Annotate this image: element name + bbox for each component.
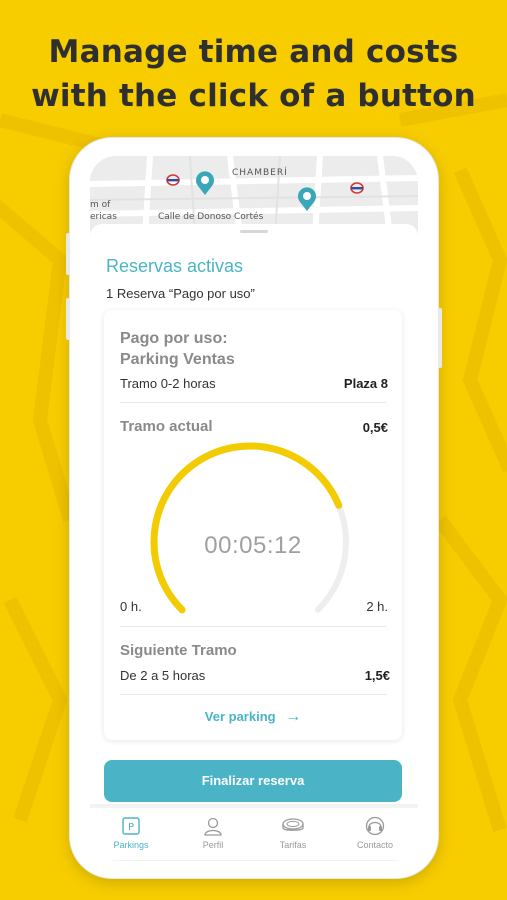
ver-parking-link[interactable]: Ver parking →: [104, 708, 402, 726]
tab-perfil[interactable]: Perfil: [178, 816, 248, 850]
card-title: Pago por uso: Parking Ventas: [120, 328, 235, 370]
card-title-line-2: Parking Ventas: [120, 351, 235, 368]
metro-icon: [350, 182, 364, 194]
reservas-title: Reservas activas: [106, 256, 244, 276]
tab-contacto[interactable]: Contacto: [340, 816, 410, 850]
map-left-label: m of: [90, 200, 111, 210]
arrow-right-icon: →: [285, 708, 302, 725]
phone-side-button: [66, 233, 70, 275]
metro-icon: [166, 174, 180, 186]
map-left-label: ericas: [90, 212, 117, 222]
siguiente-row: De 2 a 5 horas 1,5€: [120, 668, 390, 683]
app-screen: CHAMBERÍ Calle de Donoso Cortés m of eri…: [90, 156, 418, 861]
map-street-label: Calle de Donoso Cortés: [158, 212, 264, 222]
divider: [120, 626, 386, 627]
user-icon: [204, 817, 222, 836]
card-title-line-1: Pago por uso:: [120, 330, 228, 347]
tab-tarifas[interactable]: Tarifas: [258, 816, 328, 850]
tramo-actual-label: Tramo actual: [120, 418, 213, 435]
siguiente-price: 1,5€: [364, 668, 390, 683]
headset-icon: [365, 816, 385, 836]
divider: [120, 402, 386, 403]
phone-frame: CHAMBERÍ Calle de Donoso Cortés m of eri…: [66, 138, 442, 878]
finalizar-reserva-button[interactable]: Finalizar reserva: [104, 760, 402, 802]
tab-parkings[interactable]: P Parkings: [96, 816, 166, 850]
coins-icon: [282, 818, 304, 831]
gauge-progress: [150, 442, 343, 614]
tab-label: Perfil: [202, 840, 224, 850]
parking-pin-icon[interactable]: [296, 186, 318, 212]
siguiente-range: De 2 a 5 horas: [120, 668, 206, 683]
ver-parking-label: Ver parking: [204, 709, 276, 724]
parking-pin-icon[interactable]: [194, 170, 216, 196]
tab-label: Contacto: [356, 840, 394, 850]
reservas-sheet: Reservas activas 1 Reserva “Pago por uso…: [90, 224, 418, 804]
siguiente-tramo-label: Siguiente Tramo: [120, 642, 237, 659]
divider: [120, 694, 386, 695]
reserva-card: Pago por uso: Parking Ventas Tramo 0-2 h…: [104, 310, 402, 740]
phone-side-button: [66, 298, 70, 340]
plaza-label: Plaza 8: [343, 376, 388, 391]
tramo-actual-price: 0,5€: [362, 420, 388, 435]
gauge-end-label: 2 h.: [366, 599, 388, 614]
parking-icon: P: [122, 817, 140, 835]
headline-line-1: Manage time and costs: [48, 34, 459, 70]
tab-label: Parkings: [113, 840, 149, 850]
tab-label: Tarifas: [279, 840, 307, 850]
phone-side-button: [438, 308, 442, 368]
tab-bar: P Parkings Perfil Tarifas Contacto: [90, 808, 418, 860]
gauge-start-label: 0 h.: [120, 599, 142, 614]
reservas-subtitle: 1 Reserva “Pago por uso”: [106, 286, 255, 301]
headline: Manage time and costs with the click of …: [0, 30, 507, 118]
timer-display: 00:05:12: [204, 532, 302, 559]
tramo-row: Tramo 0-2 horas Plaza 8: [120, 376, 388, 391]
headline-line-2: with the click of a button: [31, 78, 476, 114]
drag-handle[interactable]: [240, 230, 268, 233]
map-district-label: CHAMBERÍ: [232, 168, 288, 178]
svg-text:P: P: [128, 822, 134, 833]
tramo-label: Tramo 0-2 horas: [120, 376, 216, 391]
